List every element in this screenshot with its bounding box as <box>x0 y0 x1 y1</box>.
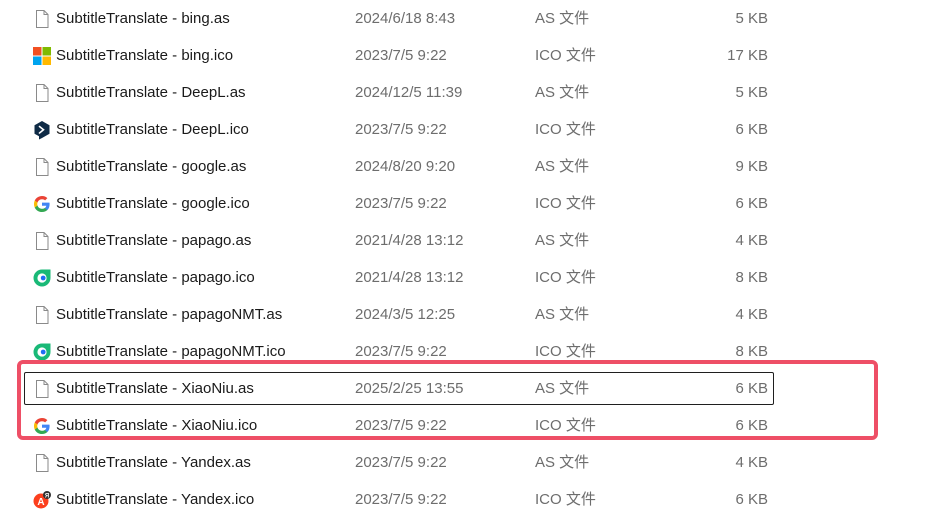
file-row[interactable]: SubtitleTranslate - papago.ico 2021/4/28 … <box>24 261 774 294</box>
yandex-icon: AЯ <box>32 490 52 510</box>
file-date-modified: 2023/7/5 9:22 <box>355 343 447 360</box>
file-type: ICO 文件 <box>535 195 596 212</box>
file-icon <box>32 305 52 325</box>
svg-text:Я: Я <box>45 493 49 499</box>
file-row[interactable]: SubtitleTranslate - bing.as 2024/6/18 8:4… <box>24 2 774 35</box>
svg-text:A: A <box>37 497 44 508</box>
file-size: 4 KB <box>735 232 768 249</box>
file-type: ICO 文件 <box>535 343 596 360</box>
file-type: ICO 文件 <box>535 491 596 508</box>
file-size: 6 KB <box>735 195 768 212</box>
file-date-modified: 2023/7/5 9:22 <box>355 491 447 508</box>
file-size: 6 KB <box>735 380 768 397</box>
file-icon <box>32 9 52 29</box>
file-type: AS 文件 <box>535 84 590 101</box>
file-row[interactable]: SubtitleTranslate - papagoNMT.ico 2023/7/… <box>24 335 774 368</box>
file-type: AS 文件 <box>535 10 590 27</box>
file-row[interactable]: SubtitleTranslate - Yandex.as 2023/7/5 9:… <box>24 446 774 479</box>
file-type: ICO 文件 <box>535 121 596 138</box>
file-row[interactable]: SubtitleTranslate - DeepL.as 2024/12/5 11… <box>24 76 774 109</box>
file-icon <box>32 453 52 473</box>
file-type: ICO 文件 <box>535 269 596 286</box>
file-size: 5 KB <box>735 84 768 101</box>
file-date-modified: 2025/2/25 13:55 <box>355 380 464 397</box>
file-size: 6 KB <box>735 121 768 138</box>
file-date-modified: 2024/8/20 9:20 <box>355 158 456 175</box>
file-name: SubtitleTranslate - bing.ico <box>56 47 234 64</box>
file-row[interactable]: SubtitleTranslate - papagoNMT.as 2024/3/5… <box>24 298 774 331</box>
file-name: SubtitleTranslate - papago.as <box>56 232 252 249</box>
file-name: SubtitleTranslate - XiaoNiu.ico <box>56 417 258 434</box>
file-type: AS 文件 <box>535 380 590 397</box>
file-type: AS 文件 <box>535 232 590 249</box>
file-date-modified: 2023/7/5 9:22 <box>355 47 447 64</box>
papago-icon <box>32 268 52 288</box>
file-size: 6 KB <box>735 417 768 434</box>
file-name: SubtitleTranslate - papago.ico <box>56 269 255 286</box>
file-date-modified: 2023/7/5 9:22 <box>355 417 447 434</box>
file-type: AS 文件 <box>535 306 590 323</box>
file-name: SubtitleTranslate - papagoNMT.as <box>56 306 283 323</box>
file-name: SubtitleTranslate - bing.as <box>56 10 230 27</box>
file-type: AS 文件 <box>535 158 590 175</box>
file-row-selected[interactable]: SubtitleTranslate - XiaoNiu.as 2025/2/25 … <box>24 372 774 405</box>
file-row[interactable]: SubtitleTranslate - google.as 2024/8/20 9… <box>24 150 774 183</box>
file-size: 8 KB <box>735 343 768 360</box>
file-size: 6 KB <box>735 491 768 508</box>
google-icon <box>32 416 52 436</box>
file-date-modified: 2024/12/5 11:39 <box>355 84 463 101</box>
file-type: AS 文件 <box>535 454 590 471</box>
file-date-modified: 2024/3/5 12:25 <box>355 306 456 323</box>
file-icon <box>32 379 52 399</box>
file-name: SubtitleTranslate - DeepL.as <box>56 84 246 101</box>
file-name: SubtitleTranslate - papagoNMT.ico <box>56 343 286 360</box>
google-icon <box>32 194 52 214</box>
file-list: SubtitleTranslate - bing.as 2024/6/18 8:4… <box>0 0 950 520</box>
file-name: SubtitleTranslate - Yandex.as <box>56 454 251 471</box>
file-date-modified: 2024/6/18 8:43 <box>355 10 456 27</box>
file-size: 17 KB <box>727 47 768 64</box>
file-row[interactable]: SubtitleTranslate - DeepL.ico 2023/7/5 9:… <box>24 113 774 146</box>
file-icon <box>32 157 52 177</box>
file-name: SubtitleTranslate - Yandex.ico <box>56 491 255 508</box>
file-row[interactable]: SubtitleTranslate - XiaoNiu.ico 2023/7/5 … <box>24 409 774 442</box>
file-date-modified: 2021/4/28 13:12 <box>355 232 464 249</box>
file-row[interactable]: SubtitleTranslate - google.ico 2023/7/5 9… <box>24 187 774 220</box>
file-date-modified: 2023/7/5 9:22 <box>355 454 447 471</box>
file-name: SubtitleTranslate - google.as <box>56 158 247 175</box>
file-row[interactable]: SubtitleTranslate - bing.ico 2023/7/5 9:2… <box>24 39 774 72</box>
file-size: 4 KB <box>735 454 768 471</box>
file-icon <box>32 83 52 103</box>
file-date-modified: 2023/7/5 9:22 <box>355 121 447 138</box>
file-name: SubtitleTranslate - google.ico <box>56 195 250 212</box>
file-name: SubtitleTranslate - XiaoNiu.as <box>56 380 254 397</box>
file-row[interactable]: SubtitleTranslate - papago.as 2021/4/28 1… <box>24 224 774 257</box>
deepl-icon <box>32 120 52 140</box>
file-type: ICO 文件 <box>535 47 596 64</box>
file-date-modified: 2021/4/28 13:12 <box>355 269 464 286</box>
file-name: SubtitleTranslate - DeepL.ico <box>56 121 249 138</box>
bing-windows-icon <box>32 46 52 66</box>
file-icon <box>32 231 52 251</box>
file-size: 4 KB <box>735 306 768 323</box>
file-size: 9 KB <box>735 158 768 175</box>
file-row[interactable]: A Я SubtitleTranslate - Yandex.ico 2023/7/5… <box>24 483 774 516</box>
file-size: 5 KB <box>735 10 768 27</box>
file-type: ICO 文件 <box>535 417 596 434</box>
file-date-modified: 2023/7/5 9:22 <box>355 195 447 212</box>
papago-icon <box>32 342 52 362</box>
file-size: 8 KB <box>735 269 768 286</box>
